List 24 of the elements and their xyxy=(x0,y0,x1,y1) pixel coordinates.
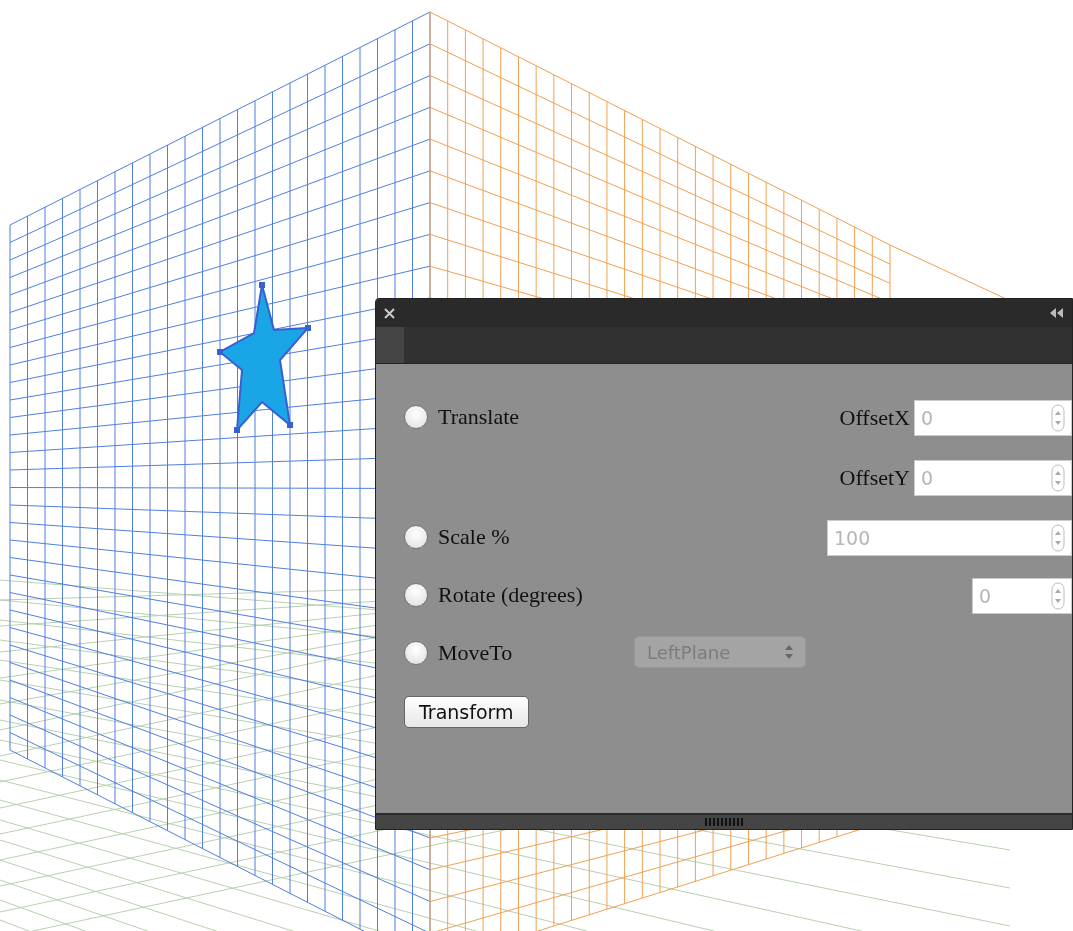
close-icon[interactable] xyxy=(384,307,395,319)
number-input-field[interactable]: 0 xyxy=(914,460,1072,496)
radio-button[interactable] xyxy=(404,583,428,607)
stepper-icon[interactable] xyxy=(1051,464,1065,492)
star-shape[interactable] xyxy=(217,282,311,433)
radio-button[interactable] xyxy=(404,641,428,665)
field-label: OffsetY xyxy=(839,465,910,491)
option-label: Scale % xyxy=(438,524,510,550)
resize-grip-icon[interactable] xyxy=(705,818,743,826)
option-label: Translate xyxy=(438,404,520,430)
number-input-field[interactable]: 0 xyxy=(972,578,1072,614)
field-label: OffsetX xyxy=(839,405,910,431)
stepper-icon[interactable] xyxy=(1051,404,1065,432)
radio-button[interactable] xyxy=(404,525,428,549)
collapse-icon[interactable] xyxy=(1050,308,1064,318)
transform-button[interactable]: Transform xyxy=(404,696,529,728)
stepper-icon[interactable] xyxy=(1051,582,1065,610)
option-label: Rotate (degrees) xyxy=(438,582,583,608)
option-label: MoveTo xyxy=(438,640,513,666)
updown-caret-icon xyxy=(785,645,793,659)
number-input-field[interactable]: 0 xyxy=(914,400,1072,436)
radio-button[interactable] xyxy=(404,405,428,429)
stepper-icon[interactable] xyxy=(1051,524,1065,552)
number-input-field[interactable]: 100 xyxy=(827,520,1072,556)
